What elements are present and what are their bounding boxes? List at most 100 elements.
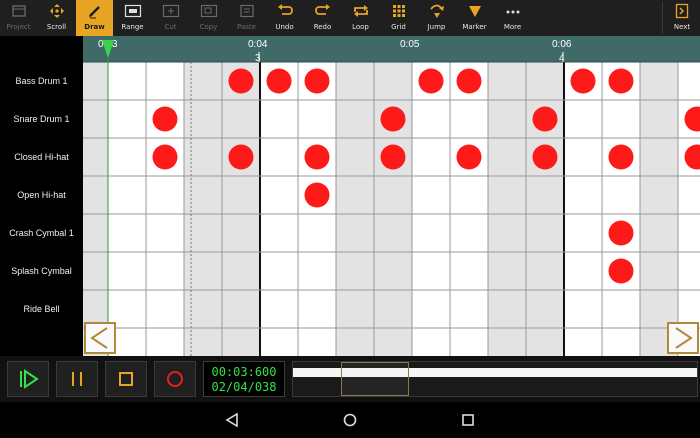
recents-button[interactable]	[458, 410, 478, 430]
move-arrows-icon	[49, 0, 65, 22]
drum-note[interactable]	[532, 106, 558, 132]
project-label: Project	[6, 23, 31, 31]
record-button[interactable]	[154, 361, 196, 397]
undo-label: Undo	[275, 23, 294, 31]
undo-button[interactable]: Undo	[266, 0, 303, 36]
grid-label: Grid	[391, 23, 406, 31]
time-label-0-06: 0:06	[552, 39, 572, 50]
position-readout: 02/04/038	[211, 380, 277, 394]
drum-grid-canvas[interactable]: 0:03 0:04 0:05 0:06 3 4	[83, 36, 700, 356]
scroll-left-button[interactable]	[84, 322, 116, 354]
loop-button[interactable]: Loop	[342, 0, 379, 36]
stop-button[interactable]	[105, 361, 147, 397]
beat-shade	[222, 62, 260, 356]
drum-note[interactable]	[304, 182, 330, 208]
drum-note[interactable]	[532, 144, 558, 170]
more-icon	[506, 0, 520, 22]
drum-note[interactable]	[608, 220, 634, 246]
timeline-ruler[interactable]: 0:03 0:04 0:05 0:06 3 4	[83, 36, 700, 64]
stop-icon	[119, 372, 133, 386]
track-label-open-hihat[interactable]: Open Hi-hat	[0, 176, 83, 214]
back-triangle-icon	[225, 413, 238, 427]
drum-note[interactable]	[608, 144, 634, 170]
bar-label-3: 3	[255, 53, 261, 64]
back-button[interactable]	[222, 410, 242, 430]
redo-icon	[314, 0, 332, 22]
drum-note[interactable]	[380, 106, 406, 132]
drum-note[interactable]	[152, 144, 178, 170]
next-label: Next	[673, 23, 691, 31]
paste-icon	[238, 0, 256, 22]
drum-note[interactable]	[152, 106, 178, 132]
track-label-closed-hihat[interactable]: Closed Hi-hat	[0, 138, 83, 176]
drum-note[interactable]	[456, 144, 482, 170]
drum-note[interactable]	[304, 68, 330, 94]
marker-label: Marker	[462, 23, 487, 31]
track-label-splash-cymbal[interactable]: Splash Cymbal	[0, 252, 83, 290]
beat-shade	[184, 62, 222, 356]
recents-square-icon	[462, 414, 474, 426]
jump-button[interactable]: Jump	[418, 0, 455, 36]
copy-icon	[200, 0, 218, 22]
drum-note[interactable]	[456, 68, 482, 94]
drum-note[interactable]	[304, 144, 330, 170]
track-label-crash-cymbal[interactable]: Crash Cymbal 1	[0, 214, 83, 252]
pause-icon	[72, 372, 82, 386]
more-button[interactable]: More	[494, 0, 531, 36]
track-label-ride-bell[interactable]: Ride Bell	[0, 290, 83, 328]
range-label: Range	[121, 23, 144, 31]
pause-button[interactable]	[56, 361, 98, 397]
pencil-icon	[87, 0, 103, 22]
drum-note[interactable]	[228, 68, 254, 94]
beat-shade	[526, 62, 564, 356]
cut-icon	[162, 0, 180, 22]
drum-note[interactable]	[228, 144, 254, 170]
system-nav-bar	[0, 402, 700, 438]
grid-button[interactable]: Grid	[380, 0, 417, 36]
drum-note[interactable]	[266, 68, 292, 94]
draw-button[interactable]: Draw	[76, 0, 113, 36]
folder-icon	[11, 0, 27, 22]
beat-shade	[374, 62, 412, 356]
toolbar-separator	[662, 2, 663, 34]
drum-note[interactable]	[608, 68, 634, 94]
range-button[interactable]: Range	[114, 0, 151, 36]
next-arrow-icon	[675, 0, 689, 22]
cut-label: Cut	[164, 23, 177, 31]
beat-shade	[640, 62, 678, 356]
drum-note[interactable]	[380, 144, 406, 170]
more-label: More	[503, 23, 522, 31]
track-labels: Bass Drum 1 Snare Drum 1 Closed Hi-hat O…	[0, 36, 83, 356]
copy-button[interactable]: Copy	[190, 0, 227, 36]
range-select-icon	[124, 0, 142, 22]
track-label-snare-drum[interactable]: Snare Drum 1	[0, 100, 83, 138]
project-button[interactable]: Project	[0, 0, 37, 36]
drum-note[interactable]	[418, 68, 444, 94]
home-button[interactable]	[340, 410, 360, 430]
transport-bar: 00:03:600 02/04/038	[0, 356, 700, 402]
play-from-start-button[interactable]	[7, 361, 49, 397]
loop-label: Loop	[352, 23, 369, 31]
ruler-background	[83, 36, 700, 62]
marker-button[interactable]: Marker	[456, 0, 493, 36]
paste-label: Paste	[237, 23, 256, 31]
record-icon	[167, 371, 183, 387]
drum-note[interactable]	[608, 258, 634, 284]
beat-shade	[336, 62, 374, 356]
drum-note[interactable]	[570, 68, 596, 94]
song-overview[interactable]	[292, 361, 698, 397]
beat-shade	[83, 62, 108, 356]
redo-button[interactable]: Redo	[304, 0, 341, 36]
track-label-bass-drum[interactable]: Bass Drum 1	[0, 62, 83, 100]
cut-button[interactable]: Cut	[152, 0, 189, 36]
next-button[interactable]: Next	[664, 0, 700, 36]
paste-button[interactable]: Paste	[228, 0, 265, 36]
overview-view-window[interactable]	[341, 362, 409, 396]
time-display[interactable]: 00:03:600 02/04/038	[203, 361, 285, 397]
jump-label: Jump	[427, 23, 446, 31]
scroll-button[interactable]: Scroll	[38, 0, 75, 36]
toolbar: Project Scroll Draw Range Cut Copy Paste…	[0, 0, 700, 36]
scroll-right-button[interactable]	[667, 322, 699, 354]
drum-grid[interactable]: 0:03 0:04 0:05 0:06 3 4	[83, 36, 700, 356]
bar-label-4: 4	[559, 53, 565, 64]
